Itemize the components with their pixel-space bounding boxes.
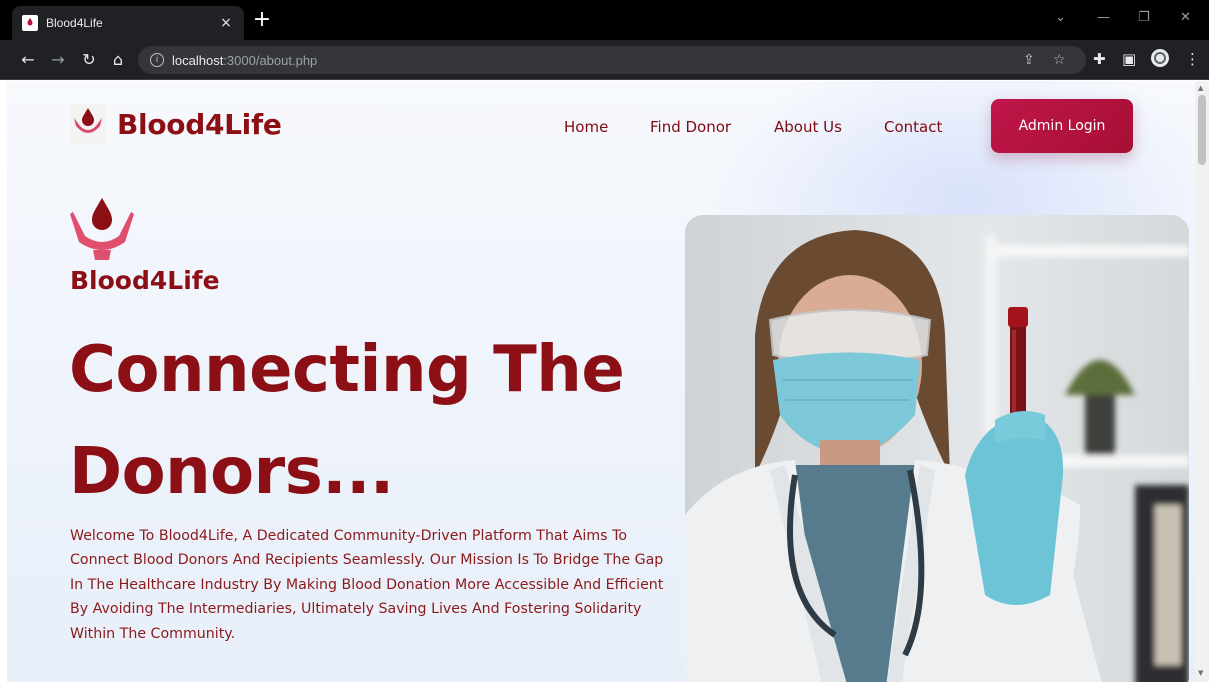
address-bar[interactable]: i localhost :3000/about.php ⇪ ☆ xyxy=(138,46,1086,74)
hero-logo-icon xyxy=(67,196,137,262)
page-viewport: Blood4Life Home Find Donor About Us Cont… xyxy=(7,81,1195,682)
site-info-icon[interactable]: i xyxy=(150,53,164,67)
url-host: localhost xyxy=(172,52,224,68)
site-favicon-icon xyxy=(22,15,38,31)
tab-close-icon[interactable]: × xyxy=(218,15,234,31)
tab-search-icon[interactable]: ⌄ xyxy=(1055,10,1066,25)
profile-avatar[interactable] xyxy=(1150,48,1170,72)
nav-find-donor[interactable]: Find Donor xyxy=(650,118,731,136)
hero-doctor-photo xyxy=(685,215,1189,682)
nav-home[interactable]: Home xyxy=(564,118,608,136)
scroll-thumb[interactable] xyxy=(1198,95,1206,165)
scroll-up-icon[interactable]: ▲ xyxy=(1198,84,1203,92)
nav-contact[interactable]: Contact xyxy=(884,118,942,136)
home-icon[interactable]: ⌂ xyxy=(106,48,130,72)
browser-menu-icon[interactable]: ⋮ xyxy=(1185,50,1200,68)
site-brand: Blood4Life xyxy=(117,107,282,141)
logo-icon xyxy=(69,104,107,144)
share-icon[interactable]: ⇪ xyxy=(1023,52,1035,68)
side-panel-icon[interactable]: ▣ xyxy=(1122,50,1136,68)
browser-toolbar: ← → ↻ ⌂ i localhost :3000/about.php ⇪ ☆ xyxy=(0,40,1209,80)
extensions-icon[interactable]: ✚ xyxy=(1093,50,1106,68)
hero-intro-text: Welcome To Blood4Life, A Dedicated Commu… xyxy=(70,528,664,642)
hero-brand: Blood4Life xyxy=(70,266,220,295)
headline-line-2: Donors... xyxy=(69,435,394,509)
reload-icon[interactable]: ↻ xyxy=(77,48,101,72)
nav-about-us[interactable]: About Us xyxy=(774,118,842,136)
new-tab-button[interactable]: + xyxy=(250,8,274,32)
forward-icon[interactable]: → xyxy=(46,48,70,72)
page-scrollbar[interactable]: ▲ ▼ xyxy=(1195,81,1209,682)
browser-titlebar: Blood4Life × + ⌄ — ❐ ✕ xyxy=(0,0,1209,40)
bookmark-star-icon[interactable]: ☆ xyxy=(1053,52,1066,68)
headline-line-1: Connecting The xyxy=(69,333,625,407)
scroll-down-icon[interactable]: ▼ xyxy=(1198,669,1203,677)
restore-icon[interactable]: ❐ xyxy=(1138,10,1150,25)
admin-login-button[interactable]: Admin Login xyxy=(991,99,1133,153)
close-window-icon[interactable]: ✕ xyxy=(1180,10,1191,25)
browser-tab[interactable]: Blood4Life × xyxy=(12,6,244,40)
tab-title: Blood4Life xyxy=(46,16,103,30)
site-logo[interactable]: Blood4Life xyxy=(69,104,282,144)
minimize-icon[interactable]: — xyxy=(1097,10,1110,25)
back-icon[interactable]: ← xyxy=(16,48,40,72)
hero-headline: Connecting The Donors... xyxy=(69,319,669,523)
url-path: :3000/about.php xyxy=(223,52,318,68)
